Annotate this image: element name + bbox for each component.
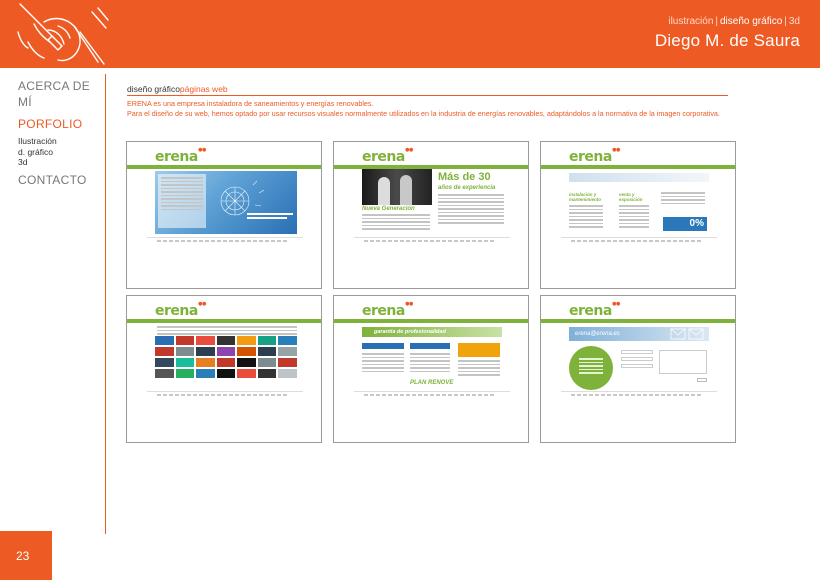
thumb-footer: [364, 394, 494, 396]
contact-form-field[interactable]: [621, 364, 653, 368]
erena-logo: erena ●●: [569, 301, 620, 319]
thumb-navbar: [127, 165, 321, 169]
dandelion-banner-image: [155, 171, 297, 234]
website-thumbnail-contact[interactable]: erena ●● erena@erena.es: [540, 295, 736, 443]
thumb-navbar: [541, 319, 735, 323]
nav-about[interactable]: ACERCA DE MÍ: [18, 78, 103, 110]
website-thumbnail-services[interactable]: erena ●● instalación y mantenimiento vent…: [540, 141, 736, 289]
thumb-navbar: [541, 165, 735, 169]
erena-logo: erena ●●: [155, 301, 206, 319]
page-number: 23: [0, 531, 52, 580]
nav-contact[interactable]: CONTACTO: [18, 172, 103, 188]
header-info: ilustración | diseño gráfico | 3d Diego M. d…: [655, 16, 800, 52]
guarantee-banner: garantía de profesionalidad: [362, 327, 502, 337]
nav-sub-graphic-design[interactable]: d. gráfico: [18, 147, 103, 158]
brand-logo-grid: [155, 336, 297, 386]
section-current: páginas web: [179, 84, 228, 94]
crumb-3d[interactable]: 3d: [789, 16, 800, 27]
renove-plan-label: PLAN RENOVE: [410, 380, 454, 386]
blue-tab: [410, 343, 450, 349]
erena-logo: erena ●●: [362, 147, 413, 165]
sales-heading: venta y exposición: [619, 192, 643, 202]
crumb-illustration[interactable]: ilustración: [668, 16, 713, 27]
contact-submit-button[interactable]: [697, 378, 707, 382]
category-breadcrumb: ilustración | diseño gráfico | 3d: [655, 16, 800, 28]
services-banner: [569, 173, 709, 182]
header-band: ilustración | diseño gráfico | 3d Diego M. d…: [0, 0, 820, 68]
contact-circle: [569, 346, 613, 390]
description-line-2: Para el diseño de su web, hemos optado p…: [127, 108, 720, 118]
contact-form-field[interactable]: [621, 350, 653, 354]
section-rule: [127, 95, 728, 96]
experience-heading: Más de 30: [438, 171, 491, 183]
nav-sub-3d[interactable]: 3d: [18, 157, 103, 168]
thumb-navbar: [127, 319, 321, 323]
website-thumbnail-brands[interactable]: erena ●●: [126, 295, 322, 443]
thumb-footer: [157, 394, 287, 396]
nav-sub-illustration[interactable]: Ilustración: [18, 136, 103, 147]
section-category: diseño gráfico: [127, 84, 180, 94]
thumb-footer: [157, 240, 287, 242]
project-description: ERENA es una empresa instaladora de sane…: [127, 99, 737, 118]
side-nav: ACERCA DE MÍ PORFOLIO Ilustración d. grá…: [18, 78, 103, 188]
author-name: Diego M. de Saura: [654, 31, 800, 50]
envelope-icon: [670, 328, 704, 340]
website-thumbnail-home[interactable]: erena ●●: [126, 141, 322, 289]
generation-caption: Nueva Generación: [362, 206, 415, 212]
experience-subheading: años de experiencia: [438, 185, 496, 191]
nav-portfolio[interactable]: PORFOLIO: [18, 116, 103, 132]
erena-logo: erena ●●: [362, 301, 413, 319]
description-line-1: ERENA es una empresa instaladora de sane…: [127, 99, 374, 108]
thumb-footer: [571, 394, 701, 396]
thumb-footer: [364, 240, 494, 242]
nav-divider: [105, 74, 106, 534]
blue-tab: [362, 343, 404, 349]
hand-brush-logo-icon: [17, 3, 109, 65]
contact-form-message[interactable]: [659, 350, 707, 374]
orange-tab: [458, 343, 500, 357]
contact-form-field[interactable]: [621, 357, 653, 361]
crumb-separator: |: [784, 16, 787, 27]
crumb-graphic-design[interactable]: diseño gráfico: [720, 16, 782, 27]
thumb-navbar: [334, 319, 528, 323]
team-photo-image: [362, 169, 432, 205]
installation-heading: instalación y mantenimiento: [569, 192, 602, 202]
thumb-footer: [571, 240, 701, 242]
website-thumbnail-about[interactable]: erena ●● Más de 30 años de experiencia Nu…: [333, 141, 529, 289]
erena-logo: erena ●●: [155, 147, 206, 165]
erena-logo: erena ●●: [569, 147, 620, 165]
financing-badge: 0%: [663, 217, 707, 231]
crumb-separator: |: [715, 16, 718, 27]
section-title: diseño gráficopáginas web: [127, 84, 228, 94]
website-thumbnail-guarantee[interactable]: erena ●● garantía de profesionalidad PLAN…: [333, 295, 529, 443]
